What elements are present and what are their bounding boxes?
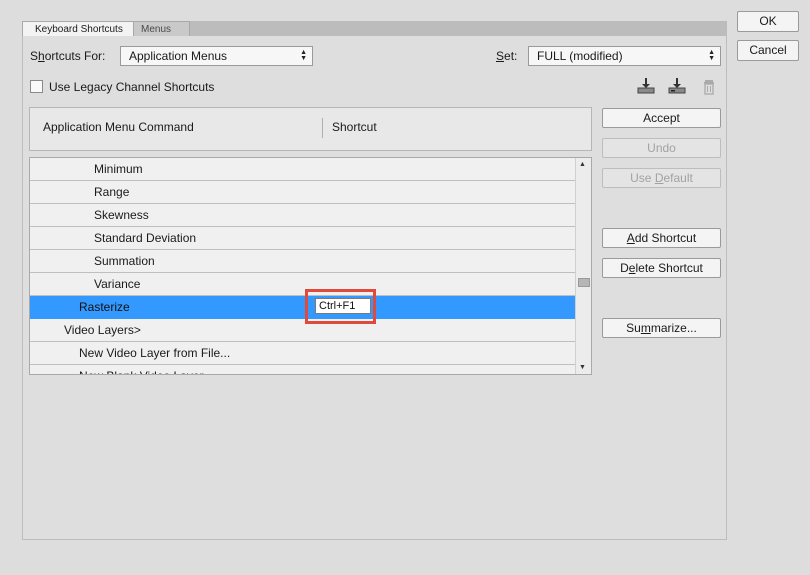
column-separator[interactable] (322, 118, 323, 138)
list-item[interactable]: Range (30, 181, 577, 204)
set-value: FULL (modified) (537, 49, 623, 63)
list-item-label: Summation (94, 254, 155, 268)
list-item[interactable]: Skewness (30, 204, 577, 227)
list-item-label: Minimum (94, 162, 143, 176)
list-item-label: Video Layers> (64, 323, 141, 337)
shortcut-list: Minimum Range Skewness Standard Deviatio… (29, 157, 592, 375)
save-set-as-icon[interactable] (668, 77, 686, 95)
list-item-label: Skewness (94, 208, 149, 222)
list-item[interactable]: Variance (30, 273, 577, 296)
highlight-box (305, 289, 376, 324)
list-item-label: Rasterize (79, 300, 130, 314)
list-item-selected[interactable]: Rasterize (30, 296, 577, 319)
shortcuts-for-value: Application Menus (129, 49, 228, 63)
list-item[interactable]: Minimum (30, 158, 577, 181)
use-default-button[interactable]: Use Default (602, 168, 721, 188)
accept-button[interactable]: Accept (602, 108, 721, 128)
list-item[interactable]: Video Layers> (30, 319, 577, 342)
scrollbar-thumb[interactable] (578, 278, 590, 287)
tab-menus-label: Menus (141, 24, 172, 35)
tab-menus[interactable]: Menus (128, 21, 190, 36)
set-label: Set: (496, 49, 518, 63)
shortcuts-for-dropdown[interactable]: Application Menus ▲ ▼ (120, 46, 313, 66)
shortcuts-for-label: Shortcuts For: (30, 49, 106, 63)
list-item[interactable]: Summation (30, 250, 577, 273)
cancel-button[interactable]: Cancel (737, 40, 799, 61)
dropdown-arrows-icon: ▲ ▼ (300, 49, 307, 62)
add-shortcut-button[interactable]: Add Shortcut (602, 228, 721, 248)
delete-set-icon[interactable] (701, 78, 719, 96)
list-scrollbar[interactable]: ▲ ▼ (575, 158, 591, 374)
list-item[interactable]: Standard Deviation (30, 227, 577, 250)
set-dropdown[interactable]: FULL (modified) ▲ ▼ (528, 46, 721, 66)
scroll-up-icon[interactable]: ▲ (579, 161, 586, 168)
column-header-command[interactable]: Application Menu Command (43, 120, 194, 134)
summarize-button[interactable]: Summarize... (602, 318, 721, 338)
column-header-shortcut[interactable]: Shortcut (332, 120, 377, 134)
legacy-channel-label: Use Legacy Channel Shortcuts (49, 80, 215, 94)
list-item-label: New Blank Video Layer (79, 365, 204, 374)
delete-shortcut-button[interactable]: Delete Shortcut (602, 258, 721, 278)
save-set-icon[interactable] (637, 77, 655, 95)
legacy-channel-checkbox[interactable] (30, 80, 43, 93)
tab-keyboard-shortcuts-label: Keyboard Shortcuts (35, 24, 123, 35)
list-item-label: Range (94, 185, 130, 199)
list-item-label: New Video Layer from File... (79, 346, 231, 360)
undo-button[interactable]: Undo (602, 138, 721, 158)
tab-keyboard-shortcuts[interactable]: Keyboard Shortcuts (22, 21, 134, 36)
list-item-label: Variance (94, 277, 141, 291)
scroll-down-icon[interactable]: ▼ (579, 364, 586, 371)
list-item[interactable]: New Blank Video Layer (30, 365, 577, 374)
list-header: Application Menu Command Shortcut (29, 107, 592, 151)
ok-button[interactable]: OK (737, 11, 799, 32)
list-item[interactable]: New Video Layer from File... (30, 342, 577, 365)
dropdown-arrows-icon: ▲ ▼ (708, 49, 715, 62)
list-item-label: Standard Deviation (94, 231, 197, 245)
